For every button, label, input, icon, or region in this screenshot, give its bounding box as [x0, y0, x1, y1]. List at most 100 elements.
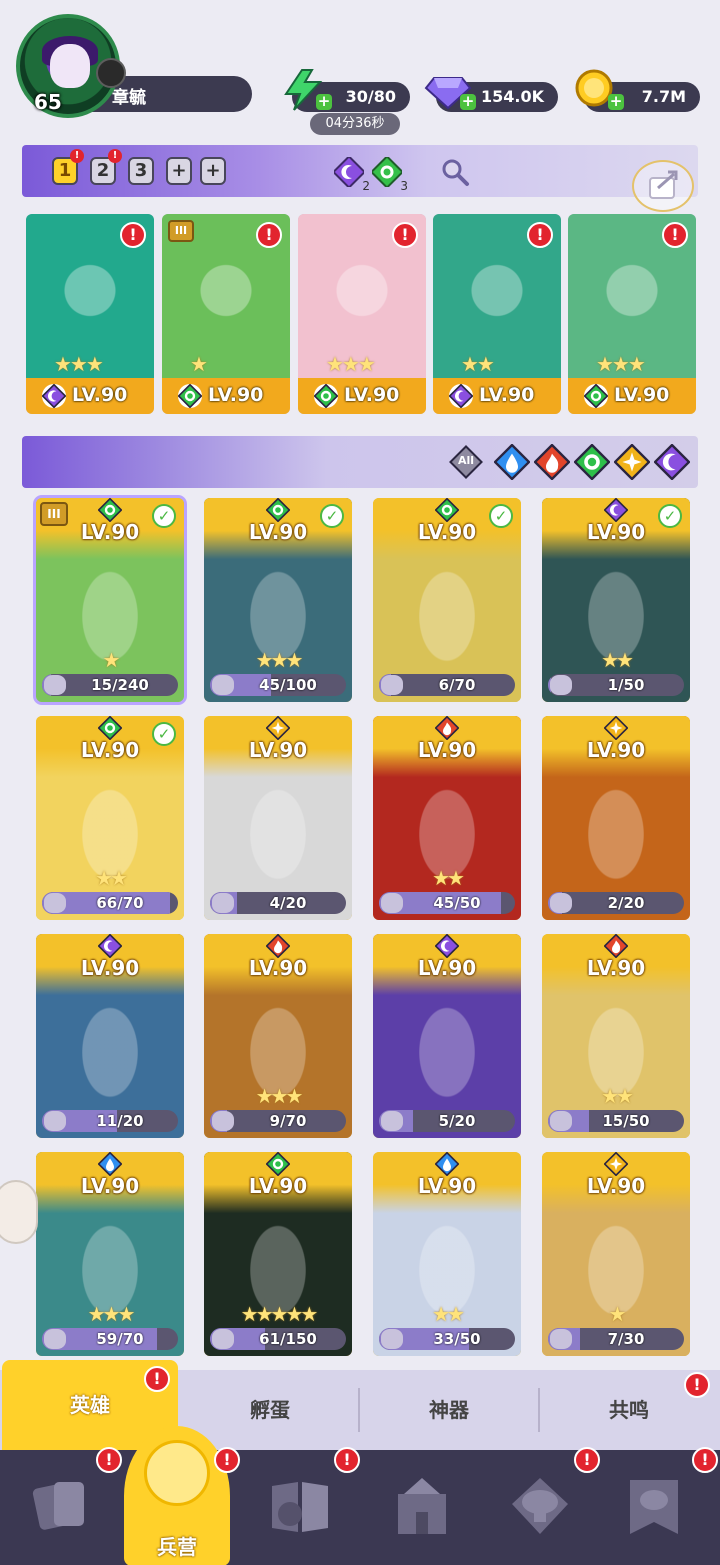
star-rating: ★★ — [461, 352, 495, 376]
hero-card[interactable]: LV.90 ★★ 15/50 — [542, 934, 690, 1138]
shard-progress-bar: 59/70 — [42, 1328, 178, 1350]
nav-cards-alert: ! — [96, 1447, 122, 1473]
hero-card[interactable]: LV.90 ★★★ 9/70 — [204, 934, 352, 1138]
gem-counter[interactable]: + 154.0K — [424, 77, 558, 112]
level-footer: LV.90 — [568, 378, 696, 414]
hero-card[interactable]: LV.90 4/20 — [204, 716, 352, 920]
shard-progress-bar: 2/20 — [548, 892, 684, 914]
hero-level: LV.90 — [344, 384, 400, 406]
hero-level: LV.90 — [586, 738, 646, 762]
shadow-element-icon — [332, 155, 366, 189]
nature-element-icon — [313, 383, 339, 409]
player-avatar[interactable]: 65 — [16, 14, 126, 118]
upgrade-alert-icon: ! — [392, 222, 418, 248]
team-tab-1[interactable]: 1! — [52, 149, 84, 185]
tab-resonance-alert: ! — [684, 1372, 710, 1398]
floating-helper-avatar[interactable] — [0, 1180, 38, 1244]
team-hero-card[interactable]: ★★★ LV.90! — [26, 214, 154, 414]
shard-count: 5/20 — [438, 1112, 476, 1130]
hero-card[interactable]: LV.90 ★★ 33/50 — [373, 1152, 521, 1356]
shard-count: 7/30 — [607, 1330, 645, 1348]
hero-card[interactable]: LV.90 2/20 — [542, 716, 690, 920]
energy-add-button[interactable]: + — [316, 94, 332, 110]
team-tab-2[interactable]: 2! — [90, 149, 122, 185]
shard-count: 45/100 — [259, 676, 317, 694]
light-element-icon — [603, 716, 629, 741]
team-add-button[interactable]: + — [200, 157, 226, 185]
gold-counter[interactable]: + 7.7M — [575, 69, 700, 112]
shard-count: 45/50 — [433, 894, 481, 912]
team-hero-card[interactable]: ★★ LV.90! — [433, 214, 561, 414]
hero-level: LV.90 — [248, 738, 308, 762]
shard-progress-bar: 66/70 — [42, 892, 178, 914]
player-level: 65 — [34, 90, 62, 114]
shard-count: 61/150 — [259, 1330, 317, 1348]
nav-barracks[interactable]: 兵营 — [124, 1426, 230, 1565]
shard-count: 66/70 — [96, 894, 144, 912]
star-rating: ★★ — [432, 1302, 465, 1326]
nav-quests-alert: ! — [334, 1447, 360, 1473]
hero-card[interactable]: III LV.90 ✓ ★ 15/240 — [33, 495, 187, 705]
filter-fire-icon[interactable] — [533, 443, 571, 481]
gem-add-button[interactable]: + — [460, 94, 476, 110]
filter-water-icon[interactable] — [493, 443, 531, 481]
hero-card[interactable]: LV.90 ★ 7/30 — [542, 1152, 690, 1356]
nature-element-icon — [177, 383, 203, 409]
nature-element-icon — [370, 155, 404, 189]
shard-progress-bar: 6/70 — [379, 674, 515, 696]
nav-cards[interactable] — [20, 1468, 104, 1552]
hero-card[interactable]: LV.90 5/20 — [373, 934, 521, 1138]
nature-element-icon — [97, 498, 123, 523]
energy-counter[interactable]: + 30/80 — [284, 69, 410, 112]
upgrade-alert-icon: ! — [120, 222, 146, 248]
nav-castle[interactable] — [380, 1468, 464, 1552]
hero-card[interactable]: LV.90 ✓ 6/70 — [373, 498, 521, 702]
team-hero-card[interactable]: ★★★ LV.90! — [298, 214, 426, 414]
star-rating: ★★★ — [255, 648, 304, 672]
share-icon[interactable] — [632, 160, 694, 212]
filter-nature-icon[interactable] — [573, 443, 611, 481]
team-tab-label: 1 — [58, 160, 72, 181]
share-arrow-icon — [649, 170, 678, 199]
shard-progress-bar: 61/150 — [210, 1328, 346, 1350]
magnifier-icon[interactable] — [440, 157, 470, 187]
element-filter-bar: All — [22, 436, 698, 488]
banner-icon — [630, 1480, 678, 1534]
team-tab-label: 2 — [96, 160, 110, 181]
hero-card[interactable]: LV.90 ★★★★★ 61/150 — [204, 1152, 352, 1356]
tab-hatch[interactable]: 孵蛋 — [182, 1370, 358, 1450]
team-add-button[interactable]: + — [166, 157, 192, 185]
avatar-badge-icon — [96, 58, 126, 88]
level-footer: LV.90 — [433, 378, 561, 414]
hero-card[interactable]: LV.90 ★★★ 59/70 — [36, 1152, 184, 1356]
hero-card[interactable]: LV.90 ✓ ★★★ 45/100 — [204, 498, 352, 702]
hero-level: LV.90 — [208, 384, 264, 406]
team-tab-alert: ! — [108, 149, 122, 163]
nature-element-icon — [434, 498, 460, 523]
team-tab-alert: ! — [70, 149, 84, 163]
level-footer: LV.90 — [298, 378, 426, 414]
hero-level: LV.90 — [417, 738, 477, 762]
team-hero-card[interactable]: III ★ LV.90! — [162, 214, 290, 414]
nav-guild-banner[interactable] — [612, 1468, 696, 1552]
upgrade-alert-icon: ! — [256, 222, 282, 248]
filter-shadow-icon[interactable] — [653, 443, 691, 481]
filter-all-button[interactable]: All — [448, 444, 484, 480]
team-tab-3[interactable]: 3 — [128, 157, 154, 185]
star-rating: ★★ — [601, 648, 634, 672]
hero-card[interactable]: LV.90 ✓ ★★ 66/70 — [36, 716, 184, 920]
hero-card[interactable]: LV.90 ★★ 45/50 — [373, 716, 521, 920]
team-hero-card[interactable]: ★★★ LV.90! — [568, 214, 696, 414]
nav-quests[interactable] — [258, 1468, 342, 1552]
shard-progress-bar: 9/70 — [210, 1110, 346, 1132]
hero-card[interactable]: LV.90 ✓ ★★ 1/50 — [542, 498, 690, 702]
shard-count: 11/20 — [96, 1112, 144, 1130]
nav-guild[interactable] — [498, 1468, 582, 1552]
hero-level: LV.90 — [417, 956, 477, 980]
tab-artifacts[interactable]: 神器 — [360, 1370, 538, 1450]
shard-progress-bar: 15/240 — [42, 674, 178, 696]
filter-light-icon[interactable] — [613, 443, 651, 481]
gold-add-button[interactable]: + — [608, 94, 624, 110]
energy-timer: 04分36秒 — [310, 113, 400, 135]
hero-card[interactable]: LV.90 11/20 — [36, 934, 184, 1138]
